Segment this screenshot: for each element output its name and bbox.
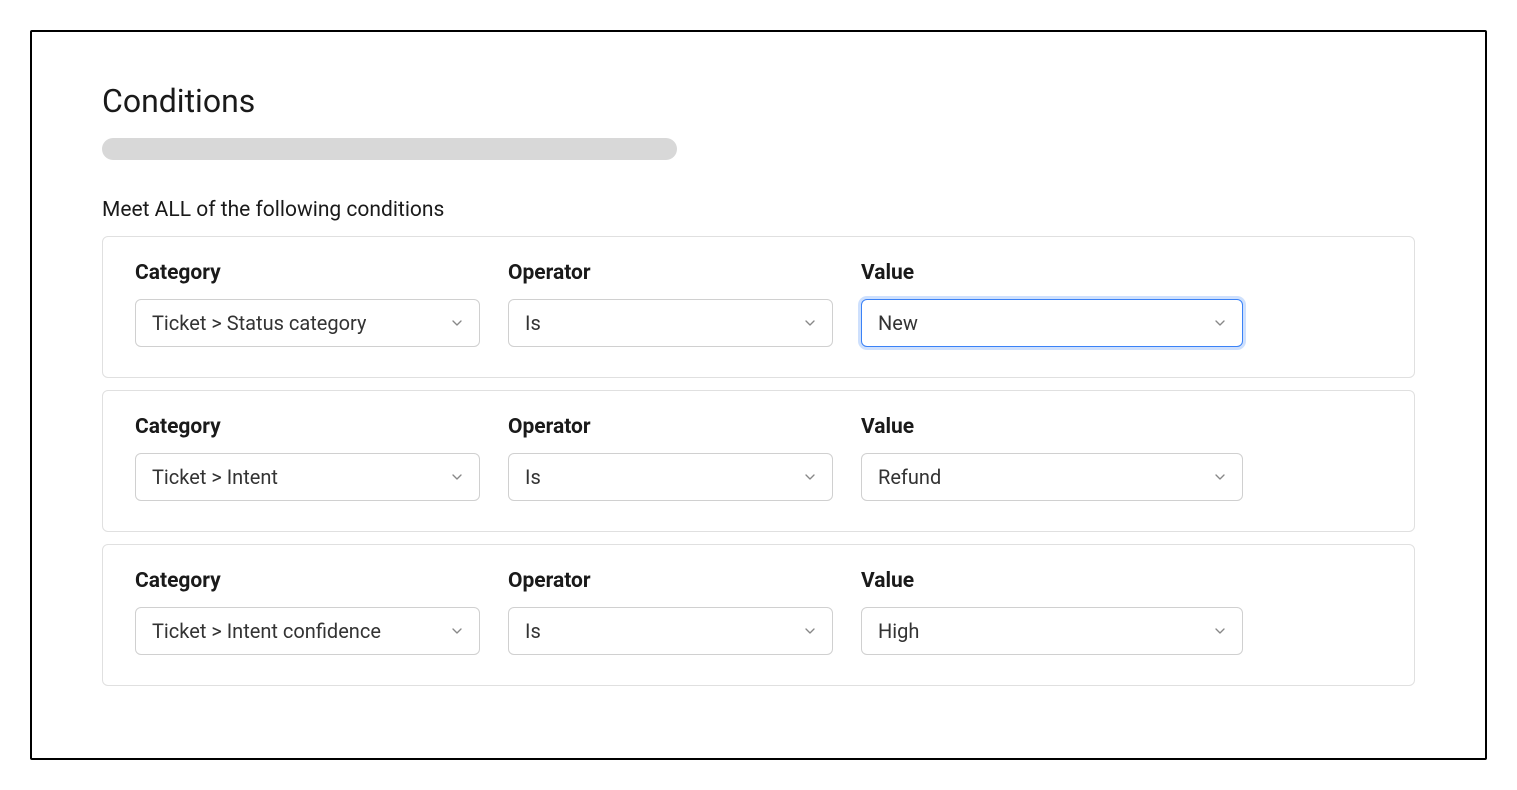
conditions-panel: Conditions Meet ALL of the following con…	[30, 30, 1487, 760]
condition-row: Category Ticket > Intent confidence Operat…	[102, 544, 1415, 686]
page-title: Conditions	[102, 82, 1415, 120]
condition-row: Category Ticket > Intent Operator Is Value Re…	[102, 390, 1415, 532]
conditions-subtitle: Meet ALL of the following conditions	[102, 198, 1415, 222]
value-label: Value	[861, 261, 1243, 285]
chevron-down-icon	[1212, 469, 1228, 485]
category-column: Category Ticket > Intent confidence	[135, 569, 480, 655]
operator-label: Operator	[508, 415, 833, 439]
operator-column: Operator Is	[508, 261, 833, 347]
category-select[interactable]: Ticket > Intent confidence	[135, 607, 480, 655]
category-column: Category Ticket > Intent	[135, 415, 480, 501]
chevron-down-icon	[1212, 623, 1228, 639]
value-select-value: High	[878, 619, 919, 643]
category-select-value: Ticket > Intent	[152, 465, 278, 489]
condition-row: Category Ticket > Status category Operator…	[102, 236, 1415, 378]
value-select[interactable]: High	[861, 607, 1243, 655]
category-select[interactable]: Ticket > Status category	[135, 299, 480, 347]
placeholder-bar	[102, 138, 677, 160]
operator-column: Operator Is	[508, 569, 833, 655]
category-select-value: Ticket > Intent confidence	[152, 619, 381, 643]
operator-column: Operator Is	[508, 415, 833, 501]
operator-select-value: Is	[525, 311, 541, 335]
category-label: Category	[135, 261, 480, 285]
value-select[interactable]: New	[861, 299, 1243, 347]
chevron-down-icon	[802, 623, 818, 639]
category-column: Category Ticket > Status category	[135, 261, 480, 347]
chevron-down-icon	[449, 315, 465, 331]
operator-select-value: Is	[525, 619, 541, 643]
chevron-down-icon	[1212, 315, 1228, 331]
operator-select[interactable]: Is	[508, 607, 833, 655]
category-select[interactable]: Ticket > Intent	[135, 453, 480, 501]
value-select-value: New	[878, 311, 918, 335]
category-label: Category	[135, 569, 480, 593]
operator-label: Operator	[508, 569, 833, 593]
category-select-value: Ticket > Status category	[152, 311, 366, 335]
value-column: Value New	[861, 261, 1243, 347]
operator-select-value: Is	[525, 465, 541, 489]
category-label: Category	[135, 415, 480, 439]
chevron-down-icon	[802, 315, 818, 331]
operator-label: Operator	[508, 261, 833, 285]
conditions-container: Category Ticket > Status category Operator…	[102, 236, 1415, 686]
operator-select[interactable]: Is	[508, 453, 833, 501]
value-column: Value Refund	[861, 415, 1243, 501]
chevron-down-icon	[449, 623, 465, 639]
operator-select[interactable]: Is	[508, 299, 833, 347]
value-column: Value High	[861, 569, 1243, 655]
value-select[interactable]: Refund	[861, 453, 1243, 501]
chevron-down-icon	[802, 469, 818, 485]
chevron-down-icon	[449, 469, 465, 485]
value-label: Value	[861, 415, 1243, 439]
value-select-value: Refund	[878, 465, 941, 489]
value-label: Value	[861, 569, 1243, 593]
